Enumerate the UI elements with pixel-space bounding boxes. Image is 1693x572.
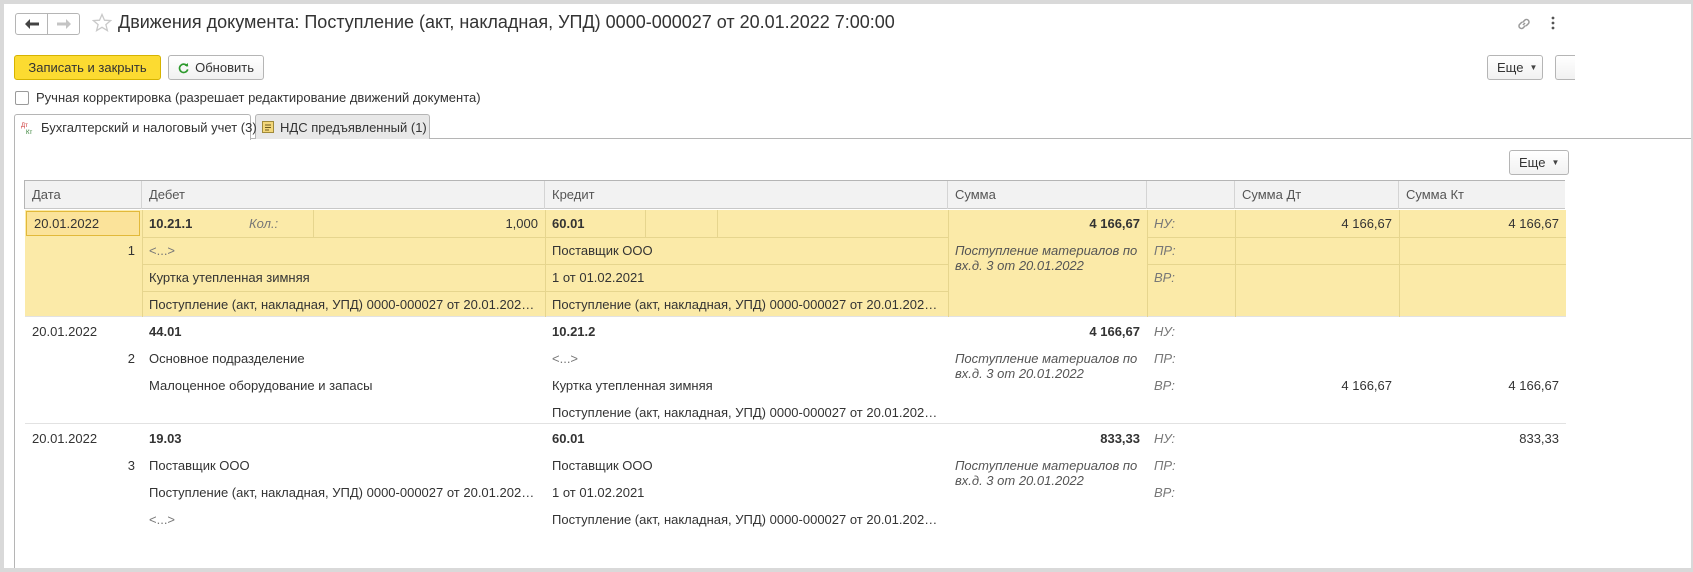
col-sum-kt[interactable]: Сумма Кт [1399,181,1566,209]
debit-subconto-3[interactable]: <...> [142,506,545,533]
refresh-icon [178,62,189,73]
page-title: Движения документа: Поступление (акт, на… [118,12,895,32]
debit-subconto-1[interactable]: Поставщик ООО [142,452,545,479]
tab-vat[interactable]: НДС предъявленный (1) [255,114,430,139]
manual-edit-checkbox[interactable] [15,90,29,105]
row-number: 1 [127,243,135,258]
more-actions-button[interactable]: Еще ▼ [1487,55,1543,80]
debit-account[interactable]: 19.03 [142,425,545,452]
credit-subconto-2[interactable]: 1 от 01.02.2021 [545,264,948,291]
row-number: 2 [127,351,135,366]
more-vertical-icon[interactable] [1551,16,1555,33]
tax-label-vr: ВР: [1154,378,1175,393]
col-tax-type[interactable] [1147,181,1235,209]
row-number: 3 [127,458,135,473]
manual-edit-label: Ручная корректировка (разрешает редактир… [36,90,481,105]
debit-subconto-1[interactable]: Основное подразделение [142,345,545,372]
debit-subconto-3[interactable]: Поступление (акт, накладная, УПД) 0000-0… [142,291,545,318]
register-icon [262,121,274,133]
credit-subconto-3[interactable]: Поступление (акт, накладная, УПД) 0000-0… [545,399,948,426]
debit-subconto-2[interactable]: Куртка утепленная зимняя [142,264,545,291]
svg-text:Дт: Дт [21,123,28,129]
row-divider [717,210,718,237]
forward-button[interactable] [47,13,80,35]
table-header: Дата Дебет Кредит Сумма Сумма Дт Сумма К… [25,181,1565,209]
row-sum[interactable]: 4 166,67 [948,210,1147,237]
credit-account[interactable]: 60.01 [545,425,948,452]
credit-subconto-1[interactable]: Поставщик ООО [545,237,948,264]
more-label: Еще [1497,60,1524,75]
nu-sum-kt[interactable]: 4 166,67 [1399,210,1566,237]
link-icon[interactable] [1516,16,1532,35]
credit-subconto-3[interactable]: Поступление (акт, накладная, УПД) 0000-0… [545,291,948,318]
chevron-down-icon: ▼ [1529,63,1538,72]
document-movements-window: Движения документа: Поступление (акт, на… [4,4,1691,568]
debit-subconto-2[interactable]: Малоценное оборудование и запасы [142,372,545,399]
vr-sum-kt[interactable]: 4 166,67 [1399,372,1566,399]
credit-subconto-3[interactable]: Поступление (акт, накладная, УПД) 0000-0… [545,506,948,533]
debit-subconto-2[interactable]: Поступление (акт, накладная, УПД) 0000-0… [142,479,545,506]
manual-edit-row[interactable]: Ручная корректировка (разрешает редактир… [15,90,481,105]
tax-label-vr: ВР: [1154,270,1175,285]
back-button[interactable] [15,13,48,35]
row-sum[interactable]: 833,33 [948,425,1147,452]
debit-credit-icon: Дт Кт [21,121,35,135]
arrow-right-icon [56,19,71,29]
debit-account[interactable]: 44.01 [142,318,545,345]
row-content[interactable]: Поступление материалов по вх.д. 3 от 20.… [948,458,1147,488]
row-sum[interactable]: 4 166,67 [948,318,1147,345]
tax-label-pr: ПР: [1154,458,1176,473]
panel-border [14,138,15,568]
credit-subconto-1[interactable]: <...> [545,345,948,372]
tab-accounting-label: Бухгалтерский и налоговый учет (3) [41,120,257,135]
table-more-label: Еще [1519,155,1546,170]
nu-sum-kt[interactable]: 833,33 [1399,425,1566,452]
credit-account[interactable]: 60.01 [545,210,645,237]
credit-subconto-2[interactable]: Куртка утепленная зимняя [545,372,948,399]
table-row[interactable]: 20.01.2022 2 44.01 Основное подразделени… [25,318,1566,424]
col-credit[interactable]: Кредит [545,181,948,209]
arrow-left-icon [24,19,39,29]
table-row[interactable]: 20.01.2022 1 10.21.1 Кол.: 1,000 <...> К… [25,210,1566,317]
quantity-label: Кол.: [249,216,279,231]
col-sum[interactable]: Сумма [948,181,1147,209]
row-content[interactable]: Поступление материалов по вх.д. 3 от 20.… [948,351,1147,381]
favorite-star-icon[interactable] [91,12,113,36]
row-content[interactable]: Поступление материалов по вх.д. 3 от 20.… [948,243,1147,273]
tax-label-nu: НУ: [1154,216,1176,231]
vr-sum-dt[interactable]: 4 166,67 [1235,372,1399,399]
debit-subconto-1[interactable]: <...> [142,237,545,264]
col-sum-dt[interactable]: Сумма Дт [1235,181,1399,209]
tab-accounting[interactable]: Дт Кт Бухгалтерский и налоговый учет (3) [14,114,257,140]
tab-vat-label: НДС предъявленный (1) [280,119,427,135]
row-divider [645,210,646,237]
refresh-label: Обновить [195,60,254,75]
col-debit[interactable]: Дебет [142,181,545,209]
tax-label-pr: ПР: [1154,351,1176,366]
tax-label-pr: ПР: [1154,243,1176,258]
row-date[interactable]: 20.01.2022 [25,425,142,452]
chevron-down-icon: ▼ [1551,158,1560,167]
tax-label-vr: ВР: [1154,485,1175,500]
svg-text:Кт: Кт [26,130,32,135]
credit-subconto-1[interactable]: Поставщик ООО [545,452,948,479]
debit-account[interactable]: 10.21.1 [142,210,242,237]
col-date[interactable]: Дата [25,181,142,209]
toolbar-overflow-button[interactable] [1555,55,1575,80]
save-and-close-button[interactable]: Записать и закрыть [14,55,161,80]
refresh-button[interactable]: Обновить [168,55,264,80]
row-date[interactable]: 20.01.2022 [26,211,140,236]
tax-label-nu: НУ: [1154,324,1176,339]
table-more-button[interactable]: Еще ▼ [1509,150,1569,175]
quantity-value[interactable]: 1,000 [313,210,545,237]
credit-account[interactable]: 10.21.2 [545,318,948,345]
row-date[interactable]: 20.01.2022 [25,318,142,345]
credit-subconto-2[interactable]: 1 от 01.02.2021 [545,479,948,506]
tax-label-nu: НУ: [1154,431,1176,446]
movements-table[interactable]: Дата Дебет Кредит Сумма Сумма Дт Сумма К… [24,180,1566,527]
table-row[interactable]: 20.01.2022 3 19.03 Поставщик ООО Поступл… [25,425,1566,535]
nu-sum-dt[interactable]: 4 166,67 [1235,210,1399,237]
